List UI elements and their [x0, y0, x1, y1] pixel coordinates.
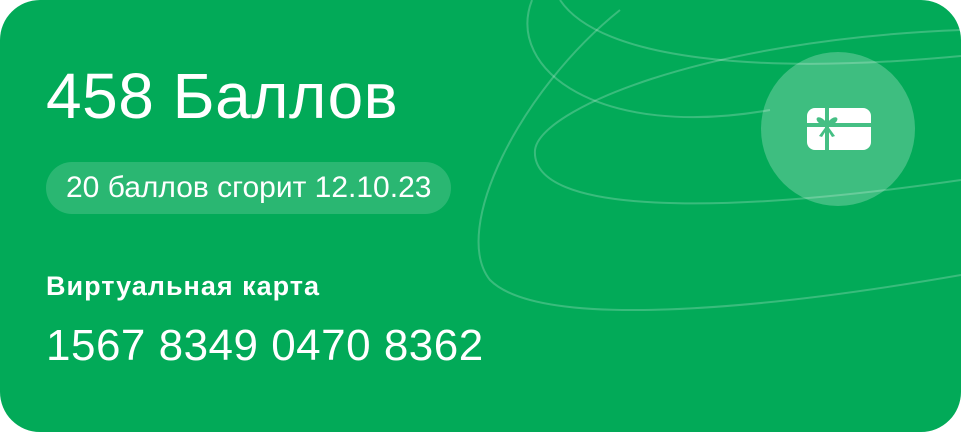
points-balance: 458 Баллов: [46, 60, 399, 132]
virtual-card-label: Виртуальная карта: [46, 271, 321, 301]
card-number: 1567 8349 0470 8362: [46, 321, 484, 370]
points-expiry-badge: 20 баллов сгорит 12.10.23: [46, 162, 452, 214]
gift-card-icon: [807, 108, 871, 150]
loyalty-card: 458 Баллов 20 баллов сгорит 12.10.23 Вир…: [0, 0, 961, 432]
gift-card-button[interactable]: [761, 52, 915, 206]
